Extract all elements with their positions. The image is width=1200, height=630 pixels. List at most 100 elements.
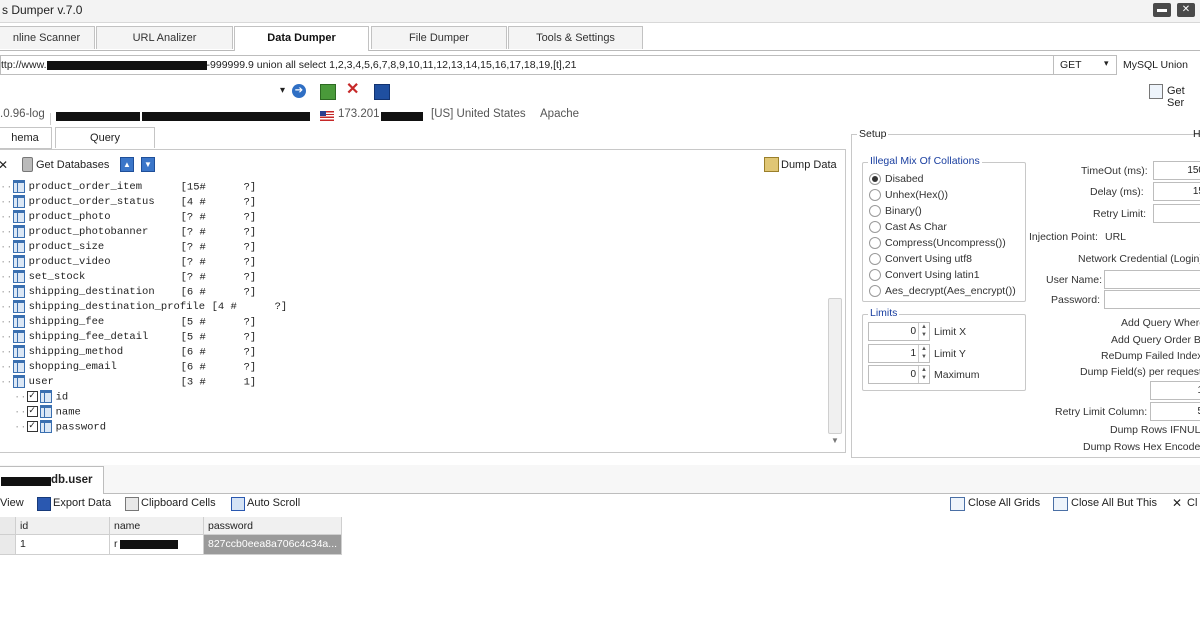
export-data-button[interactable]: Export Data bbox=[53, 497, 111, 509]
tree-item[interactable]: ·· shipping_method [6 # ?] bbox=[0, 345, 256, 360]
row-header bbox=[0, 517, 16, 535]
grid-cell[interactable]: r bbox=[110, 535, 204, 555]
tree-item[interactable]: ·· shopping_email [6 # ?] bbox=[0, 360, 256, 375]
clipboard-cells-button[interactable]: Clipboard Cells bbox=[141, 497, 216, 509]
scroll-down-icon[interactable]: ▼ bbox=[831, 436, 839, 445]
checkbox[interactable]: ✓ bbox=[26, 406, 38, 417]
delay-field[interactable]: 15 bbox=[1153, 182, 1200, 201]
radio[interactable] bbox=[869, 253, 881, 265]
collation-option[interactable]: Convert Using utf8 bbox=[885, 253, 972, 265]
tree-column[interactable]: ·· ✓ id bbox=[14, 390, 68, 405]
method-select[interactable]: GET ▾ bbox=[1053, 55, 1117, 75]
tree-item[interactable]: ·· set_stock [? # ?] bbox=[0, 270, 256, 285]
view-button[interactable]: View bbox=[0, 497, 24, 509]
collation-option[interactable]: Aes_decrypt(Aes_encrypt()) bbox=[885, 285, 1016, 297]
dump-fields-field[interactable]: 1 bbox=[1150, 381, 1200, 400]
union-type[interactable]: MySQL Union bbox=[1123, 59, 1188, 71]
result-tab[interactable]: db.user bbox=[0, 466, 104, 494]
close-button[interactable]: Cl bbox=[1187, 497, 1197, 509]
scrollbar-thumb[interactable] bbox=[828, 298, 842, 434]
auto-scroll-button[interactable]: Auto Scroll bbox=[247, 497, 300, 509]
tab-data-dumper[interactable]: Data Dumper bbox=[234, 26, 369, 51]
tab-schema[interactable]: hema bbox=[0, 127, 52, 149]
collation-option[interactable]: Compress(Uncompress()) bbox=[885, 237, 1006, 249]
grid-cell-selected[interactable]: 827ccb0eea8a706c4c34a... bbox=[204, 535, 342, 555]
tree-item[interactable]: ·· product_video [? # ?] bbox=[0, 255, 256, 270]
add-query-where[interactable]: Add Query Where bbox=[1121, 317, 1200, 329]
divider bbox=[50, 113, 51, 125]
collation-option[interactable]: Convert Using latin1 bbox=[885, 269, 980, 281]
radio[interactable] bbox=[869, 189, 881, 201]
tree-item[interactable]: ·· shipping_destination_profile [4 # ?] bbox=[0, 300, 287, 315]
maximum-stepper[interactable]: 0 ▲ ▼ bbox=[868, 365, 930, 384]
chevron-down-icon[interactable]: ▾ bbox=[280, 85, 285, 96]
collations-list: Disabed Unhex(Hex()) Binary() Cast As Ch… bbox=[869, 173, 1019, 301]
limit-y-stepper[interactable]: 1 ▲ ▼ bbox=[868, 344, 930, 363]
cancel-icon[interactable]: ✕ bbox=[346, 82, 359, 98]
dump-rows-hex[interactable]: Dump Rows Hex Encoded bbox=[1083, 441, 1200, 453]
password-field[interactable] bbox=[1104, 290, 1200, 309]
get-server-button[interactable]: Get Ser bbox=[1167, 85, 1200, 109]
collation-option[interactable]: Cast As Char bbox=[885, 221, 947, 233]
dump-data-button[interactable]: Dump Data bbox=[781, 159, 837, 171]
column-header[interactable]: id bbox=[16, 517, 110, 535]
column-header[interactable]: name bbox=[110, 517, 204, 535]
move-up-icon[interactable]: ▲ bbox=[120, 157, 134, 172]
radio[interactable] bbox=[869, 237, 881, 249]
stepper-arrows-icon[interactable]: ▲ ▼ bbox=[918, 366, 929, 383]
radio[interactable] bbox=[869, 205, 881, 217]
tree-item[interactable]: ·· shipping_destination [6 # ?] bbox=[0, 285, 256, 300]
tab-file-dumper[interactable]: File Dumper bbox=[371, 26, 507, 49]
retry-column-field[interactable]: 5 bbox=[1150, 402, 1200, 421]
tab-online-scanner[interactable]: nline Scanner bbox=[0, 26, 95, 49]
tree-column[interactable]: ·· ✓ name bbox=[14, 405, 81, 420]
tab-query[interactable]: Query bbox=[55, 127, 155, 148]
tab-tools-settings[interactable]: Tools & Settings bbox=[508, 26, 643, 49]
move-down-icon[interactable]: ▼ bbox=[141, 157, 155, 172]
go-icon[interactable]: ➔ bbox=[292, 84, 306, 98]
checkbox[interactable]: ✓ bbox=[26, 421, 38, 432]
get-databases-button[interactable]: Get Databases bbox=[36, 159, 109, 171]
close-button[interactable]: ✕ bbox=[1177, 3, 1195, 17]
tree-item[interactable]: ·· product_photo [? # ?] bbox=[0, 210, 256, 225]
injection-point-value[interactable]: URL bbox=[1105, 231, 1126, 243]
timeout-field[interactable]: 150 bbox=[1153, 161, 1200, 180]
stepper-arrows-icon[interactable]: ▲ ▼ bbox=[918, 345, 929, 362]
minimize-button[interactable]: ▬ bbox=[1153, 3, 1171, 17]
refresh-icon[interactable] bbox=[320, 84, 336, 100]
close-icon[interactable]: ✕ bbox=[0, 158, 8, 172]
tree-item[interactable]: ·· shipping_fee_detail [5 # ?] bbox=[0, 330, 256, 345]
stepper-arrows-icon[interactable]: ▲ ▼ bbox=[918, 323, 929, 340]
username-field[interactable] bbox=[1104, 270, 1200, 289]
column-header[interactable]: password bbox=[204, 517, 342, 535]
radio[interactable] bbox=[869, 173, 881, 185]
tree-item[interactable]: ·· product_photobanner [? # ?] bbox=[0, 225, 256, 240]
tree-item[interactable]: ·· user [3 # 1] bbox=[0, 375, 256, 390]
close-all-grids-button[interactable]: Close All Grids bbox=[968, 497, 1040, 509]
redump-failed-index[interactable]: ReDump Failed Index bbox=[1101, 350, 1200, 362]
collation-option[interactable]: Unhex(Hex()) bbox=[885, 189, 948, 201]
url-input[interactable]: ttp://www. -999999.9 union all select 1,2… bbox=[0, 55, 1054, 75]
radio[interactable] bbox=[869, 221, 881, 233]
checkbox[interactable]: ✓ bbox=[26, 391, 38, 402]
limit-x-stepper[interactable]: 0 ▲ ▼ bbox=[868, 322, 930, 341]
column-icon bbox=[39, 390, 52, 403]
radio[interactable] bbox=[869, 285, 881, 297]
radio[interactable] bbox=[869, 269, 881, 281]
collation-option[interactable]: Disabed bbox=[885, 173, 924, 185]
tree-item[interactable]: ·· product_size [? # ?] bbox=[0, 240, 256, 255]
server-ip: 173.201 bbox=[338, 108, 380, 120]
tab-url-analizer[interactable]: URL Analizer bbox=[96, 26, 233, 49]
tree-item[interactable]: ·· product_order_item [15# ?] bbox=[0, 180, 256, 195]
grid-cell[interactable]: 1 bbox=[16, 535, 110, 555]
close-all-but-this-button[interactable]: Close All But This bbox=[1071, 497, 1157, 509]
tree-item[interactable]: ·· shipping_fee [5 # ?] bbox=[0, 315, 256, 330]
save-icon[interactable] bbox=[374, 84, 390, 100]
tree-column[interactable]: ·· ✓ password bbox=[14, 420, 106, 435]
dump-rows-ifnull[interactable]: Dump Rows IFNULL bbox=[1110, 424, 1200, 436]
row-header[interactable] bbox=[0, 535, 16, 555]
collation-option[interactable]: Binary() bbox=[885, 205, 922, 217]
retry-limit-field[interactable] bbox=[1153, 204, 1200, 223]
tree-item[interactable]: ·· product_order_status [4 # ?] bbox=[0, 195, 256, 210]
add-query-order[interactable]: Add Query Order By bbox=[1111, 334, 1200, 346]
